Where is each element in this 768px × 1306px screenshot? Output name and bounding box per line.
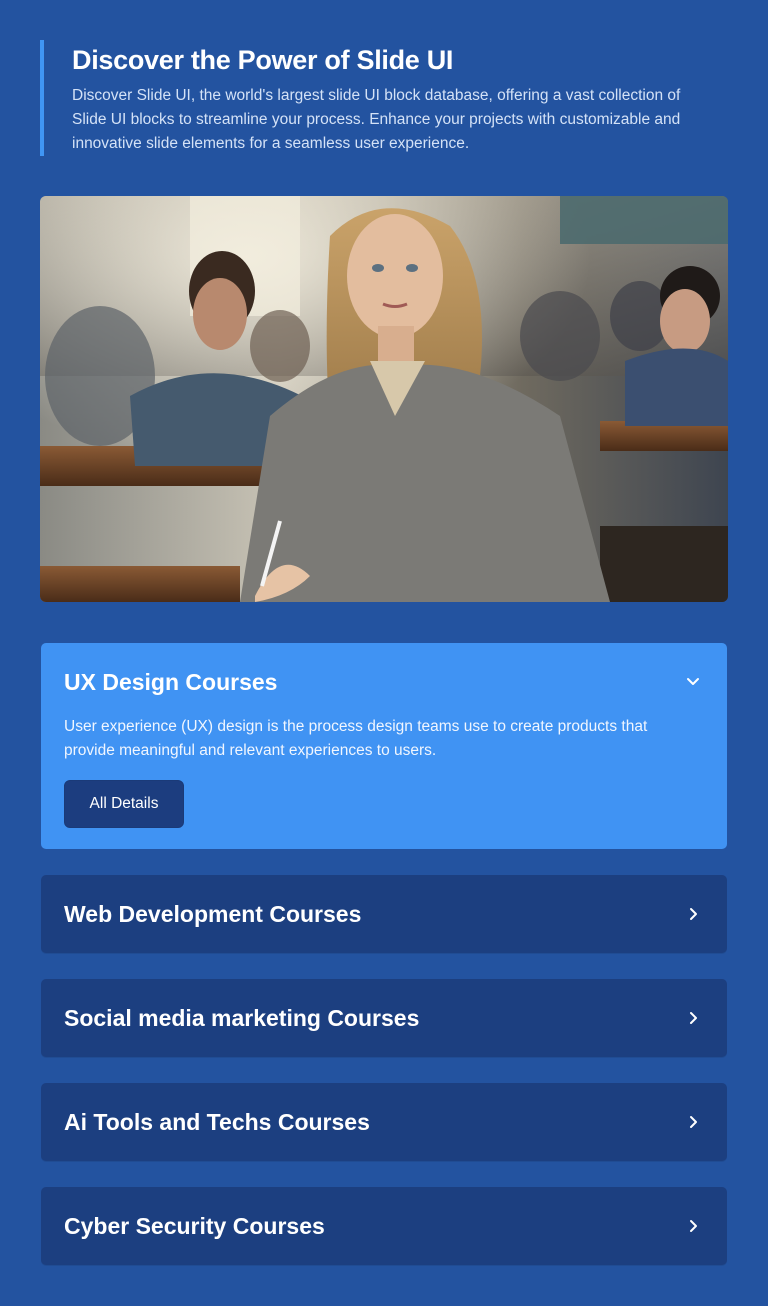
classroom-photo [40,196,728,602]
hero-image [40,196,728,602]
chevron-down-icon[interactable] [685,673,701,689]
accordion-item-ux-design[interactable]: UX Design Courses User experience (UX) d… [41,643,727,849]
page-title: Discover the Power of Slide UI [72,45,454,75]
accordion-item-title[interactable]: Web Development Courses [64,899,361,929]
accordion-item-social-media-marketing[interactable]: Social media marketing Courses [41,979,727,1057]
accordion-item-cyber-security[interactable]: Cyber Security Courses [41,1187,727,1265]
accordion-item-description: User experience (UX) design is the proce… [64,718,648,759]
accordion-item-title[interactable]: UX Design Courses [64,667,704,697]
chevron-right-icon[interactable] [685,906,701,922]
chevron-right-icon[interactable] [685,1114,701,1130]
chevron-right-icon[interactable] [685,1218,701,1234]
accordion-item-title[interactable]: Cyber Security Courses [64,1211,325,1241]
page: Discover the Power of Slide UI Discover … [0,0,768,1306]
intro-description: Discover Slide UI, the world's largest s… [72,87,681,152]
all-details-button[interactable]: All Details [64,780,184,828]
accordion-item-title[interactable]: Ai Tools and Techs Courses [64,1107,370,1137]
intro-section: Discover the Power of Slide UI Discover … [40,40,700,156]
chevron-right-icon[interactable] [685,1010,701,1026]
accordion-item-title[interactable]: Social media marketing Courses [64,1003,419,1033]
accordion-item-ai-tools[interactable]: Ai Tools and Techs Courses [41,1083,727,1161]
accordion-item-web-development[interactable]: Web Development Courses [41,875,727,953]
